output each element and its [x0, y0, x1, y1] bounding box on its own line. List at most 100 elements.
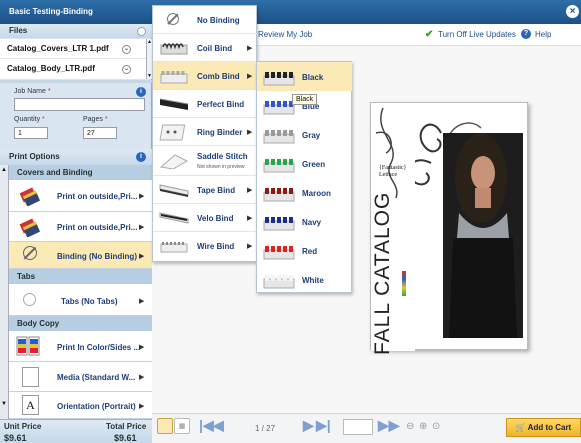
menu-item-comb-bind[interactable]: Comb Bind ▶ [153, 62, 257, 90]
section-covers-binding: Covers and Binding [9, 165, 152, 180]
menu-label: Wire Bind [197, 242, 235, 251]
menu-item-wire-bind[interactable]: Wire Bind ▶ [153, 232, 257, 260]
wire-bind-icon [160, 242, 188, 253]
first-page-icon[interactable]: |◀ [199, 417, 214, 434]
job-name-input[interactable] [14, 98, 145, 111]
color-label: Navy [302, 218, 322, 227]
color-item-navy[interactable]: Navy [257, 207, 352, 236]
option-label: Binding (No Binding) [57, 252, 137, 261]
section-body-copy: Body Copy [9, 316, 152, 331]
comb-blue-icon [263, 101, 295, 115]
help-icon[interactable]: ? [521, 29, 531, 39]
option-item[interactable]: Print on outside,Pri... ▶ [9, 180, 152, 212]
color-item-white[interactable]: White [257, 265, 352, 294]
add-to-cart-button[interactable]: 🛒 Add to Cart [506, 418, 581, 437]
grid-view-button[interactable]: ▦ [174, 418, 190, 434]
chevron-right-icon: ▶ [139, 374, 145, 381]
menu-item-saddle-stitch[interactable]: Saddle Stitch Not shown in preview [153, 146, 257, 176]
menu-item-velo-bind[interactable]: Velo Bind ▶ [153, 204, 257, 232]
color-label: Green [302, 160, 326, 169]
close-icon[interactable]: × [566, 5, 579, 18]
option-item[interactable]: Print on outside,Pri... ▶ [9, 212, 152, 242]
option-label: Media (Standard W... [57, 373, 136, 382]
printer-icon [19, 187, 41, 206]
unit-price-label: Unit Price [4, 422, 42, 431]
app-title: Basic Testing-Binding [9, 7, 93, 16]
option-item[interactable]: Print In Color/Sides ... ▶ [9, 331, 152, 362]
comb-red-icon [263, 246, 295, 260]
option-item[interactable]: A Orientation (Portrait) ▶ [9, 392, 152, 419]
check-icon: ✔ [425, 29, 434, 40]
chevron-right-icon: ▶ [139, 298, 145, 305]
file-list: Catalog_Covers_LTR 1.pdf ⌄ Catalog_Body_L… [0, 39, 146, 79]
option-item[interactable]: Media (Standard W... ▶ [9, 362, 152, 392]
cart-icon: 🛒 [515, 423, 526, 432]
info-icon[interactable]: i [136, 152, 146, 162]
saddle-note: Not shown in preview [197, 164, 245, 170]
chevron-down-icon[interactable]: ⌄ [122, 45, 131, 54]
pages-input[interactable]: 27 [83, 127, 117, 139]
add-to-cart-label: Add to Cart [527, 423, 572, 432]
option-item[interactable]: Tabs (No Tabs) ▶ [9, 284, 152, 316]
review-job-link[interactable]: Review My Job [258, 30, 312, 39]
zoom-in-icon[interactable]: ⊕ [419, 421, 427, 432]
page-preview: {Fantastic} Lettuce FALL CATALOG [370, 102, 528, 355]
media-icon [22, 367, 39, 387]
brand-text: {Fantastic} Lettuce [379, 165, 407, 178]
options-scrollbar[interactable]: ▲ ▼ [0, 165, 9, 427]
menu-label: Perfect Bind [197, 100, 245, 109]
color-label: Red [302, 247, 318, 256]
quantity-input[interactable]: 1 [14, 127, 48, 139]
color-item-black[interactable]: Black [257, 62, 352, 91]
coil-bind-icon [160, 43, 188, 55]
tooltip: Black [292, 94, 318, 105]
orientation-icon: A [22, 395, 39, 415]
go-page-icon[interactable]: ▶▶ [378, 417, 400, 434]
option-label: Orientation (Portrait) [57, 402, 136, 411]
color-item-maroon[interactable]: Maroon [257, 178, 352, 207]
previous-page-icon[interactable]: ◀ [213, 417, 224, 434]
single-page-view-button[interactable] [157, 418, 173, 434]
page-indicator: 1 / 27 [255, 424, 276, 433]
color-item-red[interactable]: Red [257, 236, 352, 265]
chevron-down-icon[interactable] [137, 27, 146, 36]
file-name: Catalog_Body_LTR.pdf [7, 64, 95, 73]
menu-label: Velo Bind [197, 214, 234, 223]
menu-item-no-binding[interactable]: No Binding [153, 6, 257, 34]
chevron-right-icon: ▶ [247, 243, 253, 250]
option-item-binding[interactable]: Binding (No Binding) ▶ [9, 242, 152, 269]
color-label: Gray [302, 131, 321, 140]
color-sides-icon [16, 336, 40, 356]
comb-bind-icon [160, 71, 188, 84]
next-page-icon[interactable]: ▶ [303, 417, 314, 434]
zoom-fit-icon[interactable]: ⊙ [432, 421, 440, 432]
option-label: Print In Color/Sides ... [57, 343, 141, 352]
menu-item-coil-bind[interactable]: Coil Bind ▶ [153, 34, 257, 62]
menu-item-ring-binder[interactable]: Ring Binder ▶ [153, 118, 257, 146]
page-jump-input[interactable] [343, 419, 373, 435]
binding-menu: No Binding Coil Bind ▶ Comb Bind ▶ Perfect… [152, 5, 257, 262]
help-link[interactable]: Help [535, 30, 551, 39]
menu-item-tape-bind[interactable]: Tape Bind ▶ [153, 176, 257, 204]
menu-item-perfect-bind[interactable]: Perfect Bind [153, 90, 257, 118]
chevron-right-icon: ▶ [139, 344, 145, 351]
no-binding-icon [167, 13, 179, 25]
file-item[interactable]: Catalog_Body_LTR.pdf ⌄ [0, 59, 146, 79]
velo-bind-icon [159, 212, 189, 224]
splitter[interactable] [0, 80, 152, 83]
chevron-down-icon[interactable]: ⌄ [122, 65, 131, 74]
menu-label: Saddle Stitch [197, 152, 248, 161]
file-item[interactable]: Catalog_Covers_LTR 1.pdf ⌄ [0, 39, 146, 59]
live-updates-toggle[interactable]: Turn Off Live Updates [438, 30, 516, 39]
color-item-gray[interactable]: Gray [257, 120, 352, 149]
color-item-green[interactable]: Green [257, 149, 352, 178]
option-label: Tabs (No Tabs) [61, 297, 118, 306]
menu-label: Comb Bind [197, 72, 240, 81]
zoom-out-icon[interactable]: ⊖ [406, 421, 414, 432]
last-page-icon[interactable]: ▶| [316, 417, 331, 434]
info-icon[interactable]: i [136, 87, 146, 97]
files-header[interactable]: Files [0, 24, 152, 38]
menu-label: Tape Bind [197, 186, 236, 195]
files-header-label: Files [9, 26, 28, 35]
chevron-right-icon: ▶ [139, 403, 145, 410]
